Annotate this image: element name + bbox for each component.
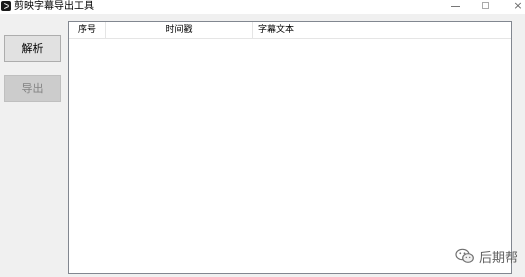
- column-header-subtitle-text[interactable]: 字幕文本: [253, 22, 511, 39]
- maximize-icon: [482, 2, 489, 9]
- watermark-text: 后期帮: [479, 250, 519, 266]
- app-window: 剪映字幕导出工具 × 解析 导出 序号 时间戳 字幕文本 后期帮: [0, 0, 525, 277]
- maximize-button[interactable]: [472, 0, 502, 14]
- parse-button[interactable]: 解析: [4, 35, 61, 62]
- watermark: 后期帮: [455, 246, 518, 266]
- subtitle-list[interactable]: 序号 时间戳 字幕文本: [68, 21, 512, 274]
- list-header: 序号 时间戳 字幕文本: [69, 22, 511, 39]
- window-title: 剪映字幕导出工具: [14, 1, 94, 12]
- column-header-index[interactable]: 序号: [69, 22, 106, 39]
- wechat-icon: [455, 248, 474, 263]
- minimize-button[interactable]: [441, 0, 471, 14]
- minimize-icon: [451, 6, 460, 7]
- capcut-logo-icon: [1, 1, 11, 11]
- column-header-timestamp[interactable]: 时间戳: [106, 22, 253, 39]
- title-bar: 剪映字幕导出工具 ×: [0, 0, 525, 14]
- export-button[interactable]: 导出: [4, 75, 61, 102]
- close-icon: ×: [513, 0, 523, 12]
- close-button[interactable]: ×: [503, 0, 525, 14]
